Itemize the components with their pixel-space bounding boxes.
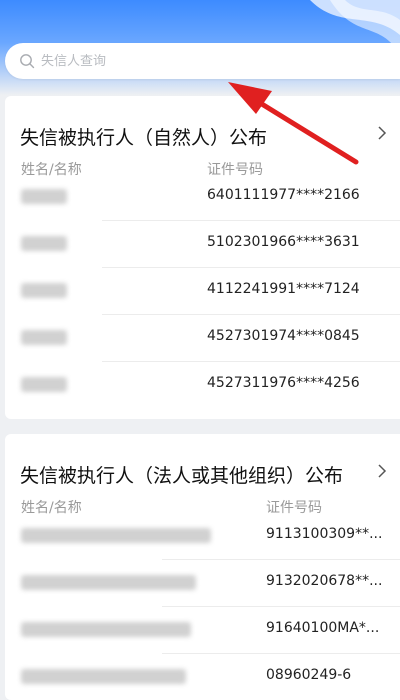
search-icon bbox=[20, 54, 35, 69]
id-number: 91640100MA*... bbox=[266, 620, 380, 636]
blurred-name bbox=[21, 528, 211, 543]
id-number: 9132020678**... bbox=[266, 573, 383, 589]
table-row[interactable]: 9132020678**... bbox=[5, 560, 400, 607]
chevron-right-icon[interactable] bbox=[376, 126, 388, 140]
natural-person-section: 失信被执行人（自然人）公布 姓名/名称 证件号码 6401111977****2… bbox=[5, 96, 400, 419]
legal-entity-section: 失信被执行人（法人或其他组织）公布 姓名/名称 证件号码 9113100309*… bbox=[5, 434, 400, 700]
id-number: 4527301974****0845 bbox=[207, 328, 360, 344]
id-number: 6401111977****2166 bbox=[207, 187, 360, 203]
id-number: 08960249-6 bbox=[266, 667, 352, 683]
blurred-name bbox=[21, 377, 67, 392]
chevron-right-icon[interactable] bbox=[376, 464, 388, 478]
blurred-name bbox=[21, 622, 191, 637]
blurred-name bbox=[21, 189, 67, 204]
id-number: 4112241991****7124 bbox=[207, 281, 360, 297]
table-row[interactable]: 4527301974****0845 bbox=[5, 315, 400, 362]
blurred-name bbox=[21, 283, 67, 298]
table-row[interactable]: 5102301966****3631 bbox=[5, 221, 400, 268]
search-bar[interactable] bbox=[5, 43, 400, 79]
table-row[interactable]: 4112241991****7124 bbox=[5, 268, 400, 315]
table-row[interactable]: 08960249-6 bbox=[5, 654, 400, 700]
blurred-name bbox=[21, 236, 67, 251]
table-row[interactable]: 91640100MA*... bbox=[5, 607, 400, 654]
table-row[interactable]: 9113100309**... bbox=[5, 513, 400, 560]
natural-section-title[interactable]: 失信被执行人（自然人）公布 bbox=[20, 123, 267, 150]
search-input[interactable] bbox=[41, 53, 341, 69]
id-number: 9113100309**... bbox=[266, 526, 383, 542]
blurred-name bbox=[21, 575, 196, 590]
id-number: 4527311976****4256 bbox=[207, 375, 360, 391]
table-row[interactable]: 6401111977****2166 bbox=[5, 174, 400, 221]
table-row[interactable]: 4527311976****4256 bbox=[5, 362, 400, 409]
blurred-name bbox=[21, 669, 186, 684]
id-number: 5102301966****3631 bbox=[207, 234, 360, 250]
legal-section-title[interactable]: 失信被执行人（法人或其他组织）公布 bbox=[20, 461, 343, 488]
blurred-name bbox=[21, 330, 67, 345]
